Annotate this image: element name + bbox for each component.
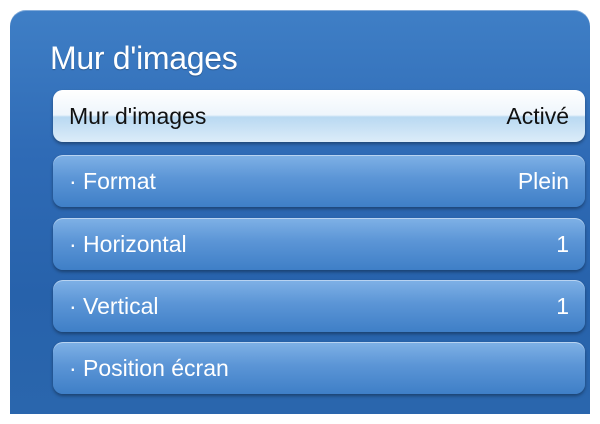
video-wall-menu-panel: Mur d'images Mur d'images Activé · Forma… [10, 10, 590, 414]
menu-item-value: Plein [517, 167, 569, 194]
menu-item-format[interactable]: · Format Plein [53, 155, 585, 207]
menu-item-value: Activé [506, 102, 569, 129]
menu-item-screen-position[interactable]: · Position écran [53, 342, 585, 394]
menu-item-value: 1 [556, 230, 569, 257]
menu-item-label: Mur d'images [69, 102, 207, 129]
menu-item-vertical[interactable]: · Vertical 1 [53, 280, 585, 332]
menu-item-label: · Position écran [69, 354, 229, 381]
menu-item-video-wall[interactable]: Mur d'images Activé [53, 90, 585, 142]
menu-title: Mur d'images [50, 40, 238, 76]
menu-item-label: · Horizontal [69, 230, 187, 257]
menu-item-value: 1 [556, 292, 569, 319]
menu-item-horizontal[interactable]: · Horizontal 1 [53, 218, 585, 270]
menu-item-label: · Format [69, 167, 156, 194]
menu-item-label: · Vertical [69, 292, 159, 319]
